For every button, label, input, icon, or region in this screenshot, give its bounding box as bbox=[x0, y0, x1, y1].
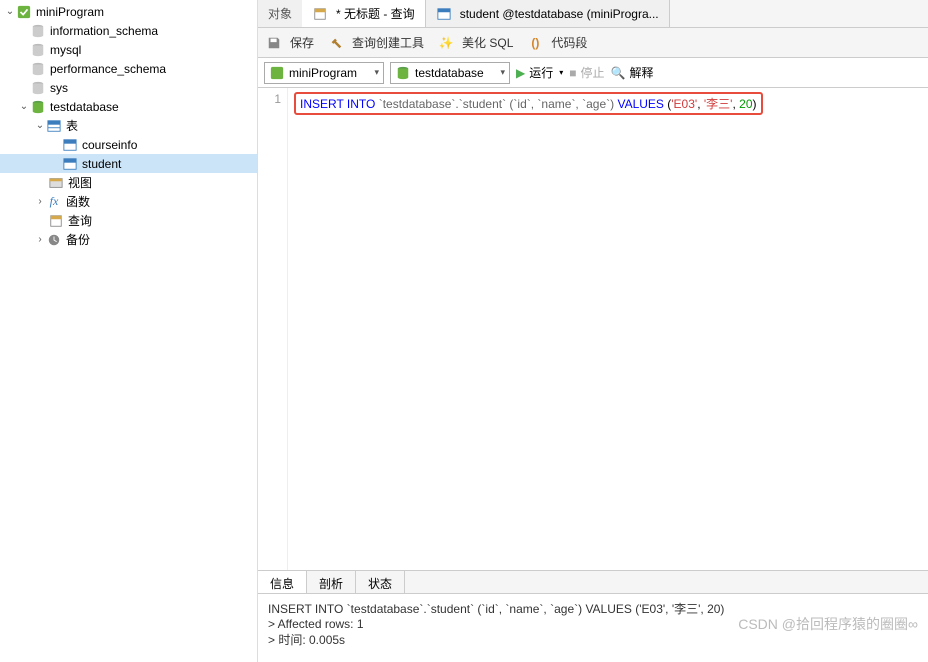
tables-node[interactable]: ⌄表 bbox=[0, 116, 257, 135]
output-line: > 时间: 0.005s bbox=[268, 631, 918, 648]
chevron-down-icon: ⌄ bbox=[34, 120, 46, 131]
builder-button[interactable]: 查询创建工具 bbox=[328, 34, 424, 51]
content-area: 对象 * 无标题 - 查询 student @testdatabase (min… bbox=[258, 0, 928, 662]
conn-root[interactable]: ⌄ miniProgram bbox=[0, 2, 257, 21]
query-icon bbox=[48, 213, 64, 229]
snippet-button[interactable]: ()代码段 bbox=[527, 34, 587, 51]
db-active[interactable]: ⌄testdatabase bbox=[0, 97, 257, 116]
chevron-right-icon: › bbox=[34, 234, 46, 245]
query-icon bbox=[312, 6, 328, 22]
chevron-right-icon: › bbox=[34, 196, 46, 207]
table-icon bbox=[62, 156, 78, 172]
stop-icon: ■ bbox=[569, 66, 576, 80]
database-select[interactable]: testdatabase▾ bbox=[390, 62, 510, 84]
sql-editor[interactable]: 1 INSERT INTO `testdatabase`.`student` (… bbox=[258, 88, 928, 570]
table-icon bbox=[46, 118, 62, 134]
tab-query[interactable]: * 无标题 - 查询 bbox=[302, 0, 426, 27]
database-icon bbox=[395, 65, 411, 81]
hammer-icon bbox=[328, 35, 344, 51]
views-node[interactable]: 视图 bbox=[0, 173, 257, 192]
output-line: > Affected rows: 1 bbox=[268, 617, 918, 631]
save-icon bbox=[266, 35, 282, 51]
db-item[interactable]: information_schema bbox=[0, 21, 257, 40]
sidebar: ⌄ miniProgram information_schema mysql p… bbox=[0, 0, 258, 662]
backups-node[interactable]: ›备份 bbox=[0, 230, 257, 249]
db-item[interactable]: sys bbox=[0, 78, 257, 97]
play-icon: ▶ bbox=[516, 66, 525, 80]
database-icon bbox=[30, 80, 46, 96]
queries-node[interactable]: 查询 bbox=[0, 211, 257, 230]
table-icon bbox=[62, 137, 78, 153]
chevron-down-icon: ▾ bbox=[559, 68, 563, 77]
toolbar: 保存 查询创建工具 ✨美化 SQL ()代码段 bbox=[258, 28, 928, 58]
tab-profile[interactable]: 剖析 bbox=[307, 571, 356, 593]
beautify-button[interactable]: ✨美化 SQL bbox=[438, 34, 513, 51]
table-item[interactable]: courseinfo bbox=[0, 135, 257, 154]
tab-objects[interactable]: 对象 bbox=[258, 0, 302, 27]
table-icon bbox=[436, 6, 452, 22]
chevron-down-icon: ⌄ bbox=[4, 6, 16, 17]
chevron-down-icon: ▾ bbox=[500, 67, 505, 78]
connection-bar: miniProgram▾ testdatabase▾ ▶运行▾ ■停止 🔍解释 bbox=[258, 58, 928, 88]
tab-table[interactable]: student @testdatabase (miniProgra... bbox=[426, 0, 670, 27]
output-tabs: 信息 剖析 状态 bbox=[258, 570, 928, 594]
tab-info[interactable]: 信息 bbox=[258, 571, 307, 593]
sql-statement: INSERT INTO `testdatabase`.`student` (`i… bbox=[294, 92, 763, 115]
editor-tabs: 对象 * 无标题 - 查询 student @testdatabase (min… bbox=[258, 0, 928, 28]
run-button[interactable]: ▶运行▾ bbox=[516, 64, 563, 81]
tab-status[interactable]: 状态 bbox=[356, 571, 405, 593]
backup-icon bbox=[46, 232, 62, 248]
database-icon bbox=[30, 61, 46, 77]
wand-icon: ✨ bbox=[438, 35, 454, 51]
database-icon bbox=[30, 23, 46, 39]
chevron-down-icon: ⌄ bbox=[18, 101, 30, 112]
chevron-down-icon: ▾ bbox=[374, 67, 379, 78]
output-panel: INSERT INTO `testdatabase`.`student` (`i… bbox=[258, 594, 928, 662]
explain-icon: 🔍 bbox=[611, 66, 626, 80]
database-icon bbox=[30, 42, 46, 58]
explain-button[interactable]: 🔍解释 bbox=[611, 64, 654, 81]
parens-icon: () bbox=[527, 35, 543, 51]
connection-icon bbox=[16, 4, 32, 20]
functions-node[interactable]: ›fx函数 bbox=[0, 192, 257, 211]
database-icon bbox=[30, 99, 46, 115]
conn-label: miniProgram bbox=[36, 5, 104, 19]
code-area[interactable]: INSERT INTO `testdatabase`.`student` (`i… bbox=[288, 88, 928, 570]
save-button[interactable]: 保存 bbox=[266, 34, 314, 51]
connection-icon bbox=[269, 65, 285, 81]
view-icon bbox=[48, 175, 64, 191]
connection-select[interactable]: miniProgram▾ bbox=[264, 62, 384, 84]
db-item[interactable]: mysql bbox=[0, 40, 257, 59]
table-item-student[interactable]: student bbox=[0, 154, 257, 173]
db-item[interactable]: performance_schema bbox=[0, 59, 257, 78]
line-gutter: 1 bbox=[258, 88, 288, 570]
function-icon: fx bbox=[46, 194, 62, 210]
output-line: INSERT INTO `testdatabase`.`student` (`i… bbox=[268, 600, 918, 617]
stop-button[interactable]: ■停止 bbox=[569, 64, 604, 81]
